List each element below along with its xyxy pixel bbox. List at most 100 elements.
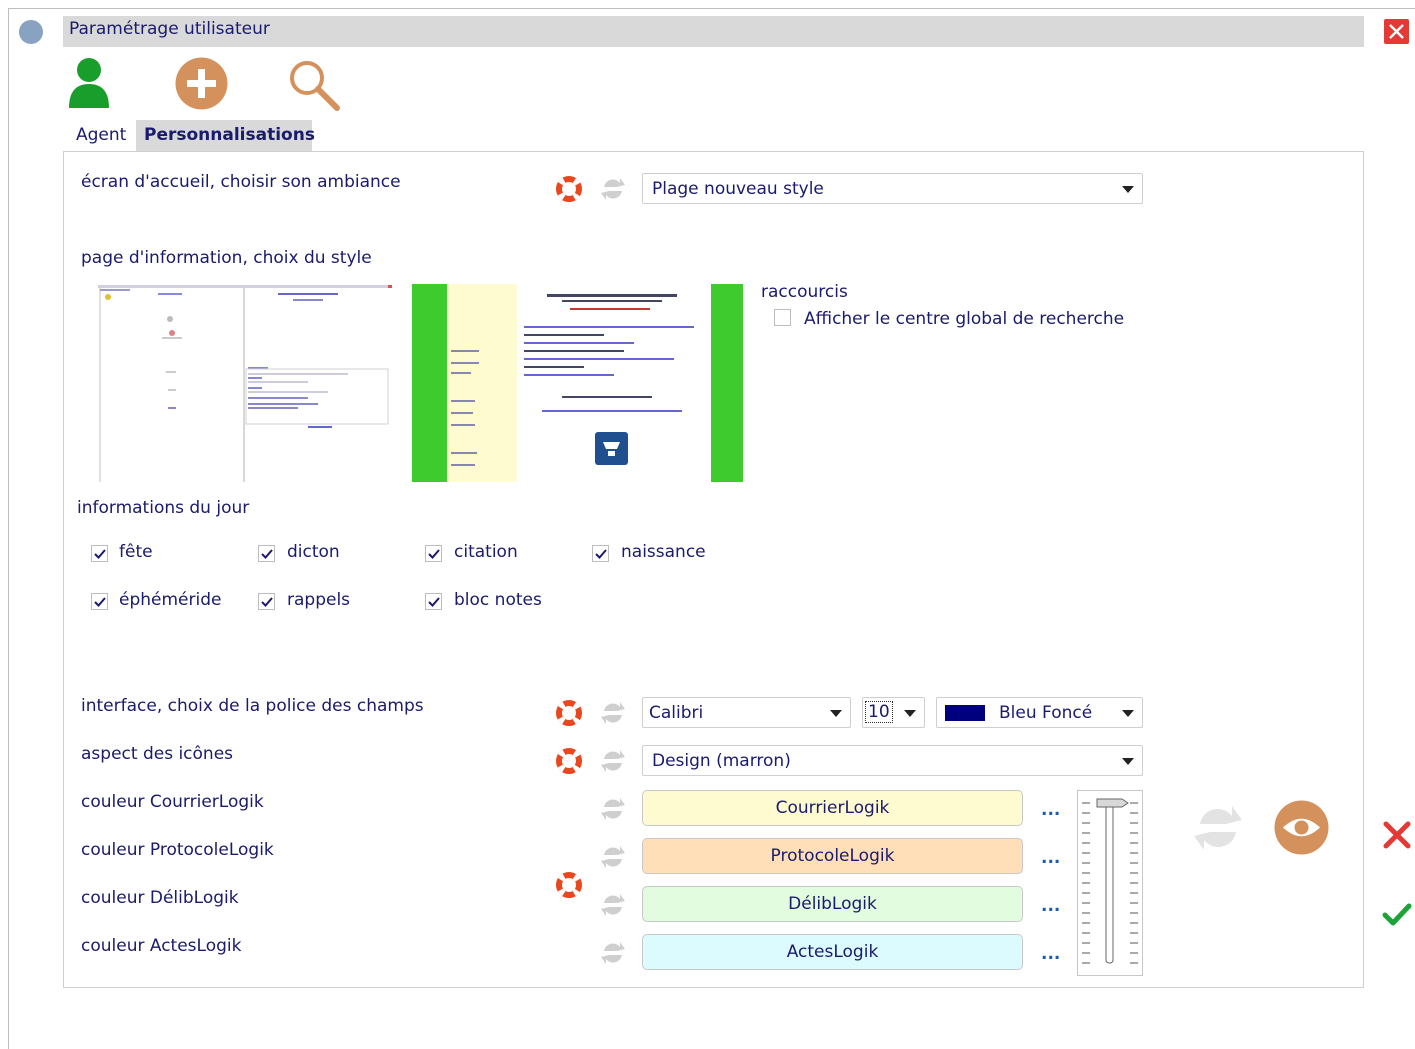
colors-help-button[interactable] <box>555 871 583 899</box>
info-style-label: page d'information, choix du style <box>81 248 372 268</box>
dicton-label: dicton <box>287 542 340 562</box>
fete-checkbox[interactable] <box>91 545 108 562</box>
add-button[interactable] <box>175 57 228 110</box>
sync-icon <box>601 894 625 916</box>
lifebuoy-icon <box>556 176 582 202</box>
icons-aspect-help-button[interactable] <box>555 747 583 775</box>
checkmark-icon <box>1382 903 1412 926</box>
font-color-value: Bleu Foncé <box>999 703 1093 723</box>
font-help-button[interactable] <box>555 699 583 727</box>
shortcuts-label: raccourcis <box>761 282 848 302</box>
sync-icon <box>601 702 625 724</box>
sync-icon <box>601 750 625 772</box>
info-style-thumbnail-classic[interactable] <box>98 285 392 482</box>
protocolelogik-color-label: couleur ProtocoleLogik <box>81 840 274 860</box>
sync-icon <box>601 178 625 200</box>
deliblogik-color-button[interactable]: DélibLogik <box>642 886 1023 922</box>
acteslogik-color-label: couleur ActesLogik <box>81 936 242 956</box>
ambiance-reset-button[interactable] <box>599 175 627 203</box>
naissance-checkbox[interactable] <box>592 545 609 562</box>
validate-button[interactable] <box>1382 902 1412 928</box>
font-reset-button[interactable] <box>599 699 627 727</box>
protocolelogik-reset-button[interactable] <box>599 843 627 871</box>
icons-aspect-select[interactable]: Design (marron) <box>642 745 1143 776</box>
checkmark-icon <box>94 549 106 559</box>
rappels-checkbox[interactable] <box>258 593 275 610</box>
lifebuoy-icon <box>556 872 582 898</box>
acteslogik-color-button[interactable]: ActesLogik <box>642 934 1023 970</box>
ambiance-help-button[interactable] <box>555 175 583 203</box>
eye-icon <box>1274 800 1329 855</box>
checkmark-icon <box>428 597 440 607</box>
naissance-label: naissance <box>621 542 706 562</box>
sync-icon <box>601 798 625 820</box>
deliblogik-more-button[interactable]: ... <box>1041 896 1060 916</box>
font-family-value: Calibri <box>649 703 704 723</box>
close-icon <box>1383 821 1411 849</box>
chevron-down-icon <box>1122 186 1134 193</box>
window-title: Paramétrage utilisateur <box>69 19 270 39</box>
courrierlogik-more-button[interactable]: ... <box>1041 800 1060 820</box>
modern-style-preview-image <box>412 284 743 482</box>
cancel-button[interactable] <box>1382 820 1412 850</box>
sync-icon <box>601 942 625 964</box>
close-window-button[interactable] <box>1384 19 1409 44</box>
sync-icon <box>1194 806 1242 850</box>
font-color-select[interactable]: Bleu Foncé <box>936 697 1143 728</box>
deliblogik-reset-button[interactable] <box>599 891 627 919</box>
icons-aspect-value: Design (marron) <box>652 751 791 771</box>
global-search-label: Afficher le centre global de recherche <box>804 309 1125 329</box>
ambiance-select[interactable]: Plage nouveau style <box>642 173 1143 204</box>
rappels-label: rappels <box>287 590 351 610</box>
lifebuoy-icon <box>556 748 582 774</box>
close-icon <box>1389 24 1404 39</box>
protocolelogik-more-button[interactable]: ... <box>1041 848 1060 868</box>
user-button[interactable] <box>67 56 111 110</box>
checkmark-icon <box>261 597 273 607</box>
reset-all-button[interactable] <box>1190 800 1246 856</box>
search-button[interactable] <box>287 58 341 112</box>
chevron-down-icon <box>830 710 842 717</box>
checkmark-icon <box>261 549 273 559</box>
chevron-down-icon <box>1122 710 1134 717</box>
color-swatch <box>945 705 985 721</box>
courrierlogik-reset-button[interactable] <box>599 795 627 823</box>
sync-icon <box>601 846 625 868</box>
font-family-select[interactable]: Calibri <box>642 697 851 728</box>
vertical-slider[interactable] <box>1077 790 1143 976</box>
font-size-value: 10 <box>865 701 893 723</box>
checkmark-icon <box>94 597 106 607</box>
checkmark-icon <box>595 549 607 559</box>
global-search-checkbox[interactable] <box>774 309 791 326</box>
deliblogik-color-label: couleur DélibLogik <box>81 888 239 908</box>
courrierlogik-color-button[interactable]: CourrierLogik <box>642 790 1023 826</box>
fete-label: fête <box>119 542 153 562</box>
citation-label: citation <box>454 542 518 562</box>
chevron-down-icon <box>1122 758 1134 765</box>
ambiance-select-value: Plage nouveau style <box>652 179 824 199</box>
chevron-down-icon <box>904 710 916 717</box>
window-status-dot-icon <box>19 20 43 44</box>
icons-aspect-label: aspect des icônes <box>81 744 234 764</box>
search-icon <box>290 61 340 111</box>
user-icon <box>69 58 109 108</box>
acteslogik-reset-button[interactable] <box>599 939 627 967</box>
font-size-select[interactable]: 10 <box>862 697 925 728</box>
bloc-notes-checkbox[interactable] <box>425 593 442 610</box>
info-style-thumbnail-modern[interactable] <box>412 284 743 482</box>
tab-personnalisations[interactable]: Personnalisations <box>136 120 315 151</box>
ephemeride-checkbox[interactable] <box>91 593 108 610</box>
bloc-notes-label: bloc notes <box>454 590 542 610</box>
tab-agent[interactable]: Agent <box>68 120 136 151</box>
checkmark-icon <box>428 549 440 559</box>
citation-checkbox[interactable] <box>425 545 442 562</box>
font-label: interface, choix de la police des champs <box>81 696 424 716</box>
preview-button[interactable] <box>1274 800 1329 855</box>
ephemeride-label: éphéméride <box>119 590 222 610</box>
acteslogik-more-button[interactable]: ... <box>1041 944 1060 964</box>
ambiance-label: écran d'accueil, choisir son ambiance <box>81 172 401 192</box>
icons-aspect-reset-button[interactable] <box>599 747 627 775</box>
protocolelogik-color-button[interactable]: ProtocoleLogik <box>642 838 1023 874</box>
classic-style-preview-image <box>98 285 392 482</box>
dicton-checkbox[interactable] <box>258 545 275 562</box>
